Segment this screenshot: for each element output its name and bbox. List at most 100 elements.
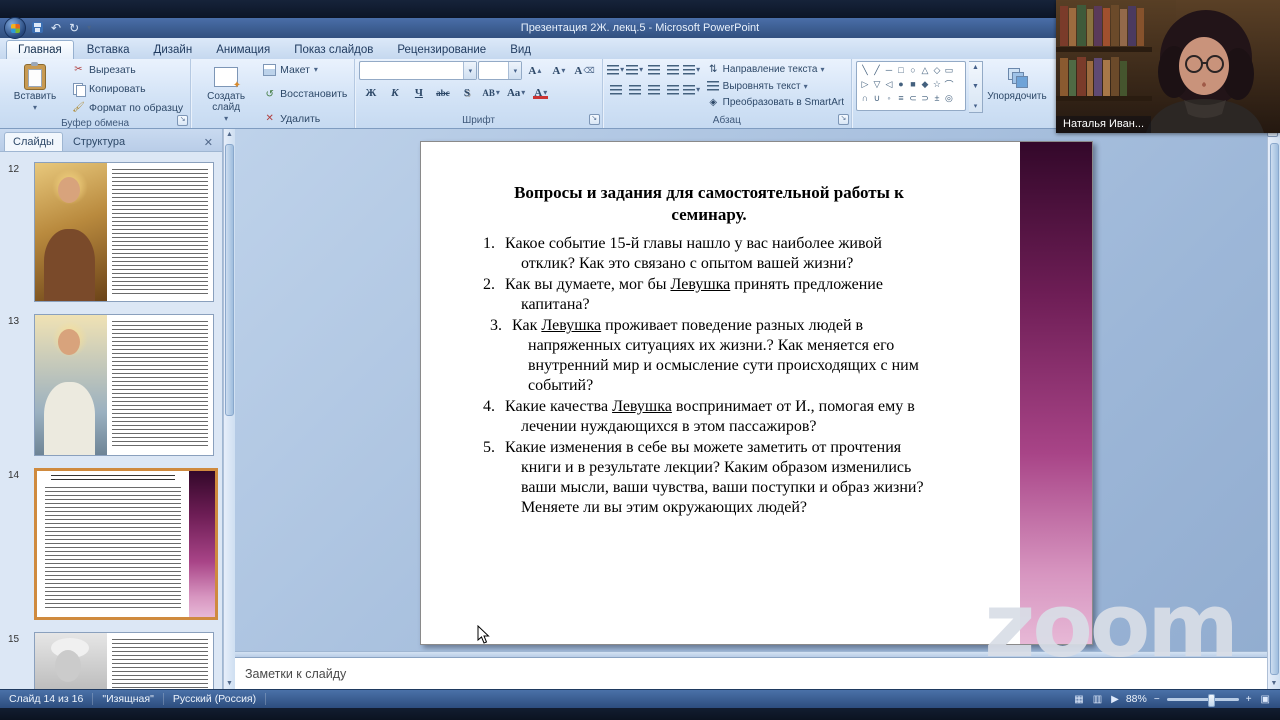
tab-home[interactable]: Главная (6, 40, 74, 59)
line-spacing-icon (683, 64, 696, 75)
increase-indent-icon (666, 64, 679, 75)
clipboard-dialog-launcher-icon[interactable]: ↘ (177, 115, 189, 126)
bold-button[interactable]: Ж (359, 83, 382, 102)
slide-area-scrollbar[interactable]: ▲ ▼ (1267, 129, 1280, 689)
align-left-button[interactable] (607, 81, 625, 98)
line-spacing-button[interactable]: ▾ (683, 61, 701, 78)
paste-button[interactable]: Вставить ▾ (4, 61, 66, 116)
align-right-button[interactable] (645, 81, 663, 98)
new-slide-label: Создать слайд (207, 91, 246, 113)
webcam-video-tile[interactable]: Наталья Иван... (1056, 0, 1280, 133)
paragraph-dialog-launcher-icon[interactable]: ↘ (837, 114, 849, 125)
tab-animation[interactable]: Анимация (205, 41, 281, 59)
slide-thumbnail-15[interactable]: 15 (0, 632, 222, 689)
zoom-slider[interactable] (1166, 693, 1239, 707)
slide-thumbnail-13[interactable]: 13 (0, 314, 222, 456)
cut-button[interactable]: ✂ Вырезать (69, 62, 186, 77)
font-size-combobox[interactable]: ▾ (478, 61, 523, 80)
zoom-in-button[interactable]: + (1244, 694, 1254, 705)
scroll-down-icon[interactable]: ▼ (1271, 678, 1278, 689)
slide-thumbnail-14-selected[interactable]: 14 (0, 468, 222, 620)
fit-to-window-button[interactable]: ▣ (1259, 694, 1272, 705)
clear-formatting-button[interactable]: А ⌫ (571, 61, 597, 80)
copy-label: Копировать (89, 82, 146, 95)
qat-dropdown-button[interactable]: ▾ (85, 22, 93, 34)
zoom-slider-thumb[interactable] (1208, 693, 1216, 707)
justify-button[interactable] (664, 81, 682, 98)
office-button[interactable] (4, 17, 26, 39)
reset-slide-icon: ↺ (265, 88, 274, 100)
numbering-button[interactable]: ▾ (626, 61, 644, 78)
slideshow-view-button[interactable]: ▶ (1109, 694, 1121, 705)
slide-sorter-view-button[interactable]: ▥ (1091, 694, 1104, 705)
shapes-gallery[interactable]: ╲ ╱ ─ □ ○ △ ◇ ▭ ▷ ▽ ◁ ● ■ ◆ ☆ ⌒ ∩ ∪ ◦ ≡ ⊂ ⊃ ± ◎ (855, 61, 966, 111)
italic-button[interactable]: К (383, 83, 406, 102)
slide-thumbnail-12[interactable]: 12 (0, 162, 222, 302)
paste-label: Вставить (13, 91, 57, 102)
text-shadow-button[interactable]: S (455, 83, 478, 102)
scrollbar-thumb[interactable] (225, 144, 234, 416)
font-dialog-launcher-icon[interactable]: ↘ (588, 114, 600, 125)
zoom-level[interactable]: 88% (1126, 693, 1147, 705)
character-spacing-button[interactable]: АВ ▾ (479, 83, 503, 102)
align-text-button[interactable]: Выровнять текст ▾ (704, 79, 847, 94)
format-painter-button[interactable]: 🖌 Формат по образцу (69, 100, 186, 115)
pane-tab-outline[interactable]: Структура (65, 133, 133, 151)
align-left-icon (609, 84, 622, 95)
tab-design[interactable]: Дизайн (143, 41, 204, 59)
decrease-indent-button[interactable] (645, 61, 663, 78)
bullets-button[interactable]: ▾ (607, 61, 625, 78)
pane-tab-slides[interactable]: Слайды (4, 132, 63, 151)
columns-button[interactable]: ▾ (683, 81, 701, 98)
status-language[interactable]: Русский (Россия) (164, 693, 267, 705)
redo-button[interactable]: ↻ (67, 22, 81, 34)
strikethrough-button[interactable]: abc (431, 83, 454, 102)
shapes-gallery-scroll[interactable]: ▲ ▼ ▾ (968, 61, 983, 113)
text-direction-label: Направление текста (722, 64, 818, 75)
increase-indent-button[interactable] (664, 61, 682, 78)
underline-button[interactable]: Ч (407, 83, 430, 102)
zoom-out-button[interactable]: − (1152, 694, 1162, 705)
window-bottom-strip (0, 708, 1280, 720)
status-slide-info: Слайд 14 из 16 (0, 693, 94, 705)
new-slide-dropdown-icon: ▾ (224, 114, 229, 123)
scroll-down-icon[interactable]: ▼ (226, 678, 233, 689)
tab-slideshow[interactable]: Показ слайдов (283, 41, 384, 59)
font-color-button[interactable]: А ▾ (529, 83, 552, 102)
normal-view-button[interactable]: ▦ (1072, 694, 1085, 705)
convert-smartart-button[interactable]: ◈ Преобразовать в SmartArt (704, 95, 847, 110)
save-button[interactable] (30, 21, 45, 35)
item-number: 2. (483, 276, 495, 293)
new-slide-button[interactable]: Создать слайд ▾ (195, 61, 257, 127)
align-right-icon (647, 84, 660, 95)
tab-review[interactable]: Рецензирование (386, 41, 497, 59)
scrollbar-thumb[interactable] (1269, 143, 1279, 675)
shapes-scroll-down-icon[interactable]: ▼ (972, 83, 979, 90)
notes-pane[interactable]: Заметки к слайду (235, 657, 1267, 689)
smartart-label: Преобразовать в SmartArt (722, 97, 844, 108)
slide-editing-area[interactable]: Вопросы и задания для самостоятельной ра… (235, 129, 1267, 652)
shapes-scroll-up-icon[interactable]: ▲ (972, 64, 979, 71)
decrease-font-size-button[interactable]: А ▾ (547, 61, 570, 80)
align-center-button[interactable] (626, 81, 644, 98)
text-direction-button[interactable]: ⇅ Направление текста ▾ (704, 62, 847, 77)
change-case-button[interactable]: Аа ▾ (504, 83, 528, 102)
align-center-icon (628, 84, 641, 95)
layout-button[interactable]: Макет ▾ (260, 62, 350, 77)
slide-canvas[interactable]: Вопросы и задания для самостоятельной ра… (420, 141, 1093, 645)
arrange-button[interactable]: Упорядочить (986, 61, 1048, 127)
tab-insert[interactable]: Вставка (76, 41, 141, 59)
increase-font-size-button[interactable]: А ▴ (523, 61, 546, 80)
layout-dropdown-icon: ▾ (313, 65, 318, 74)
undo-button[interactable]: ↶ (49, 22, 63, 34)
pane-tab-row: Слайды Структура ✕ (0, 129, 222, 152)
tab-view[interactable]: Вид (499, 41, 542, 59)
slide-list-item: 2. Как вы думаете, мог бы Левушка принят… (483, 275, 935, 315)
thumbnails-scrollbar[interactable]: ▲ ▼ (223, 129, 235, 689)
reset-slide-button[interactable]: ↺ Восстановить (260, 87, 350, 102)
slide-text-block[interactable]: Вопросы и задания для самостоятельной ра… (483, 182, 935, 519)
copy-button[interactable]: Копировать (69, 81, 186, 97)
shapes-more-icon[interactable]: ▾ (974, 102, 978, 110)
font-name-combobox[interactable]: ▾ (359, 61, 478, 80)
delete-slide-button[interactable]: ✕ Удалить (260, 111, 350, 126)
